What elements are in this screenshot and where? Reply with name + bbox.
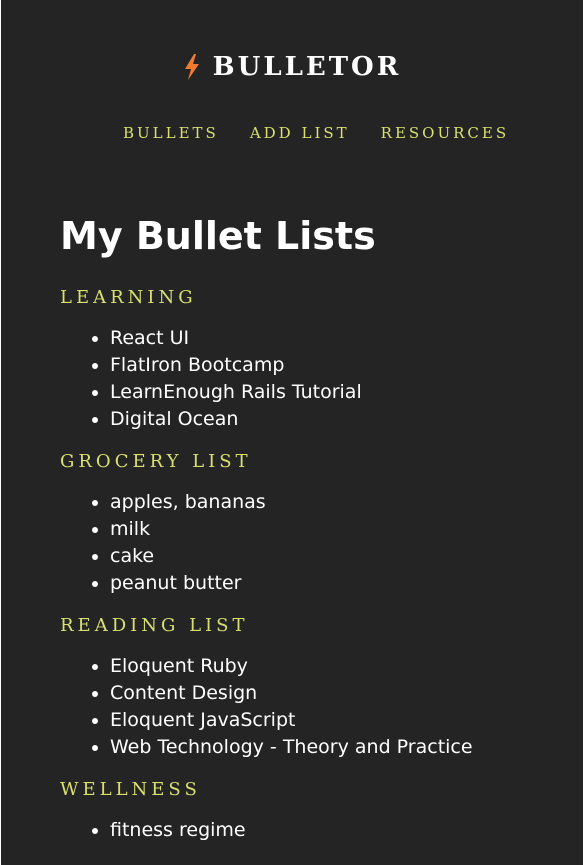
brand-name: BULLETOR	[212, 52, 402, 82]
list-item: milk	[110, 516, 560, 543]
list-item: Eloquent Ruby	[110, 653, 560, 680]
nav-item-add-list[interactable]: ADD LIST	[250, 124, 350, 142]
brand-header[interactable]: BULLETOR	[1, 52, 583, 82]
list-items: fitness regime	[60, 817, 560, 844]
list-item: FlatIron Bootcamp	[110, 352, 560, 379]
bullet-list-grocery: GROCERY LIST apples, bananas milk cake p…	[60, 451, 560, 597]
list-item: fitness regime	[110, 817, 560, 844]
list-item: Digital Ocean	[110, 406, 560, 433]
list-title[interactable]: WELLNESS	[60, 779, 560, 801]
bullet-list-reading: READING LIST Eloquent Ruby Content Desig…	[60, 615, 560, 761]
bullet-list-wellness: WELLNESS fitness regime	[60, 779, 560, 844]
list-items: Eloquent Ruby Content Design Eloquent Ja…	[60, 653, 560, 761]
list-item: Eloquent JavaScript	[110, 707, 560, 734]
lightning-bolt-icon	[184, 54, 199, 80]
nav-item-bullets[interactable]: BULLETS	[123, 124, 219, 142]
list-item: Content Design	[110, 680, 560, 707]
list-item: peanut butter	[110, 570, 560, 597]
bullet-list-learning: LEARNING React UI FlatIron Bootcamp Lear…	[60, 287, 560, 433]
list-items: apples, bananas milk cake peanut butter	[60, 489, 560, 597]
page-title: My Bullet Lists	[60, 214, 376, 258]
list-item: LearnEnough Rails Tutorial	[110, 379, 560, 406]
main-content: My Bullet Lists LEARNING React UI FlatIr…	[60, 211, 560, 844]
list-item: cake	[110, 543, 560, 570]
app-window: BULLETOR BULLETS ADD LIST RESOURCES My B…	[1, 0, 583, 865]
list-title[interactable]: GROCERY LIST	[60, 451, 560, 473]
nav-item-resources[interactable]: RESOURCES	[381, 124, 509, 142]
list-title[interactable]: LEARNING	[60, 287, 560, 309]
list-items: React UI FlatIron Bootcamp LearnEnough R…	[60, 325, 560, 433]
list-item: Web Technology - Theory and Practice	[110, 734, 560, 761]
list-item: React UI	[110, 325, 560, 352]
list-item: apples, bananas	[110, 489, 560, 516]
top-nav: BULLETS ADD LIST RESOURCES	[123, 124, 509, 142]
list-title[interactable]: READING LIST	[60, 615, 560, 637]
